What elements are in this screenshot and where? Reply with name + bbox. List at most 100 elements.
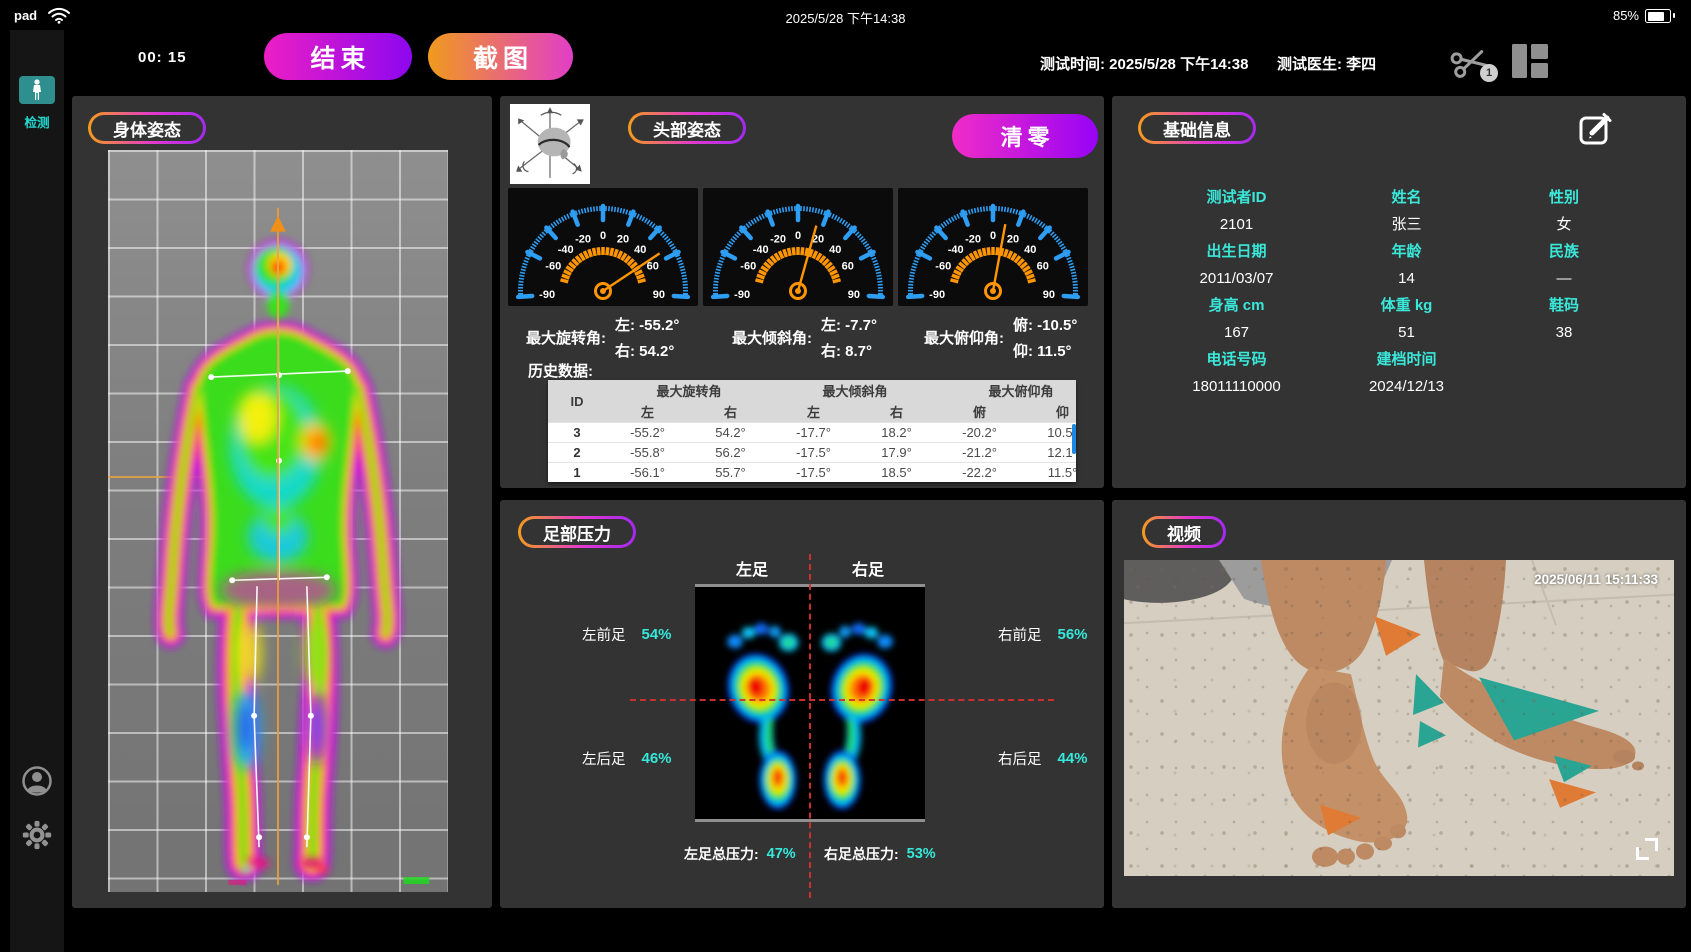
fullscreen-icon[interactable] [1636, 838, 1658, 860]
max-rotation-stat: 最大旋转角: 左: -55.2° 右: 54.2° [526, 314, 679, 361]
user-avatar-icon [21, 765, 53, 797]
right-rearfoot-stat: 右后足 44% [998, 748, 1088, 769]
field-label: 建档时间 [1319, 346, 1494, 373]
svg-text:60: 60 [842, 260, 854, 272]
basic-info-title: 基础信息 [1138, 112, 1256, 144]
edit-button[interactable] [1578, 110, 1614, 151]
max-tilt-label: 最大倾斜角: [732, 327, 812, 348]
battery-icon [1645, 9, 1671, 23]
field-label: 体重 kg [1319, 292, 1494, 319]
history-data-label: 历史数据: [528, 360, 593, 381]
svg-text:-90: -90 [929, 289, 945, 301]
left-rearfoot-stat: 左后足 46% [582, 748, 672, 769]
svg-text:-60: -60 [935, 260, 951, 272]
test-time-label: 测试时间: [1040, 56, 1105, 73]
status-bar: pad 2025/5/28 下午14:38 85% [0, 0, 1691, 30]
field-value: — [1494, 265, 1634, 292]
field-label: 身高 cm [1154, 292, 1319, 319]
field-label: 测试者ID [1154, 184, 1319, 211]
video-frame[interactable]: 2025/06/11 15:11:33 [1124, 560, 1674, 876]
max-rotation-left: -55.2° [639, 317, 679, 334]
field-value: 38 [1494, 319, 1634, 346]
left-foot-total: 左足总压力: 47% [684, 844, 796, 864]
right-foot-total: 右足总压力: 53% [824, 844, 936, 864]
session-timer: 00: 15 [138, 49, 187, 66]
max-tilt-left: -7.7° [845, 317, 877, 334]
patient-info-grid: 测试者ID 姓名 性别 2101 张三 女 出生日期 年龄 民族 2011/03… [1154, 184, 1634, 400]
doctor-value: 李四 [1346, 56, 1376, 73]
test-time: 测试时间: 2025/5/28 下午14:38 [1040, 53, 1248, 74]
head-posture-panel: 头部姿态 清零 -90-60-40-20020406090 -90-60-40-… [500, 96, 1104, 488]
history-table[interactable]: ID 最大旋转角 最大倾斜角 最大俯仰角 左 右 左 右 俯 仰 3 -55.2… [548, 380, 1076, 482]
svg-text:-90: -90 [734, 289, 750, 301]
svg-text:40: 40 [1024, 244, 1036, 256]
edit-icon [1578, 110, 1614, 146]
table-scrollbar[interactable] [1072, 424, 1076, 454]
sidebar-detect-label: 检测 [10, 112, 64, 131]
reset-button[interactable]: 清零 [952, 114, 1098, 158]
body-posture-panel: 身体姿态 [72, 96, 492, 908]
table-row: 1 -56.1° 55.7° -17.5° 18.5° -22.2° 11.5° [548, 463, 1076, 483]
svg-text:-60: -60 [740, 260, 756, 272]
svg-text:20: 20 [1007, 234, 1019, 246]
svg-text:-40: -40 [948, 244, 964, 256]
video-panel: 视频 [1112, 500, 1686, 908]
layout-button[interactable] [1512, 44, 1548, 83]
pitch-gauge: -90 -60 -40-20 0 20 4060 90 [898, 188, 1088, 306]
field-label: 年龄 [1319, 238, 1494, 265]
svg-text:-60: -60 [545, 260, 561, 272]
screenshot-button[interactable]: 截图 [428, 33, 573, 80]
field-label: 民族 [1494, 238, 1634, 265]
field-label: 电话号码 [1154, 346, 1319, 373]
snip-count-badge: 1 [1480, 64, 1498, 82]
field-value: 2101 [1154, 211, 1319, 238]
plumb-marker [270, 216, 286, 232]
svg-text:40: 40 [634, 244, 646, 256]
gear-icon [22, 820, 52, 850]
svg-text:40: 40 [829, 244, 841, 256]
head-axes-image [510, 104, 590, 184]
video-timestamp: 2025/06/11 15:11:33 [1534, 572, 1658, 587]
basic-info-panel: 基础信息 测试者ID 姓名 性别 2101 张三 女 出生日期 年龄 民族 20… [1112, 96, 1686, 488]
col-group-rotation: 最大旋转角 [606, 380, 772, 401]
sidebar: 检测 [10, 30, 64, 952]
field-label: 出生日期 [1154, 238, 1319, 265]
field-label: 姓名 [1319, 184, 1494, 211]
svg-text:-20: -20 [770, 234, 786, 246]
rotation-gauge: -90-60-40-20020406090 [508, 188, 698, 306]
svg-text:60: 60 [1037, 260, 1049, 272]
layout-grid-icon [1512, 44, 1548, 78]
svg-text:0: 0 [795, 230, 801, 242]
max-tilt-right: 8.7° [845, 343, 872, 360]
max-pitch-label: 最大俯仰角: [924, 327, 1004, 348]
svg-text:-20: -20 [965, 234, 981, 246]
field-value: 167 [1154, 319, 1319, 346]
table-row: 2 -55.8° 56.2° -17.5° 17.9° -21.2° 12.1° [548, 443, 1076, 463]
sidebar-item-detect[interactable] [19, 76, 55, 104]
svg-text:20: 20 [617, 234, 629, 246]
snip-button[interactable]: 1 [1450, 42, 1494, 84]
test-doctor: 测试医生: 李四 [1277, 53, 1376, 74]
status-datetime: 2025/5/28 下午14:38 [0, 8, 1691, 27]
max-pitch-stat: 最大俯仰角: 俯: -10.5° 仰: 11.5° [924, 314, 1077, 361]
max-pitch-up: 11.5° [1037, 343, 1071, 360]
crosshair-horizontal [630, 699, 1054, 701]
max-rotation-right: 54.2° [639, 343, 674, 360]
left-foot-label: 左足 [722, 556, 782, 580]
svg-text:0: 0 [600, 230, 606, 242]
tilt-gauge: -90-60-40-20020406090 [703, 188, 893, 306]
app-root: pad 2025/5/28 下午14:38 85% 检测 [0, 0, 1691, 952]
body-posture-title: 身体姿态 [88, 112, 206, 144]
field-value: 张三 [1319, 211, 1494, 238]
max-tilt-stat: 最大倾斜角: 左: -7.7° 右: 8.7° [732, 314, 877, 361]
end-button[interactable]: 结束 [264, 33, 412, 80]
profile-button[interactable] [21, 765, 53, 802]
svg-text:90: 90 [1043, 289, 1055, 301]
person-icon [29, 79, 45, 101]
foot-pressure-title: 足部压力 [518, 516, 636, 548]
settings-button[interactable] [22, 820, 52, 855]
body-thermal-figure [108, 150, 448, 892]
table-row: 3 -55.2° 54.2° -17.7° 18.2° -20.2° 10.5° [548, 423, 1076, 443]
crosshair-vertical [809, 554, 811, 898]
svg-text:0: 0 [990, 230, 996, 242]
